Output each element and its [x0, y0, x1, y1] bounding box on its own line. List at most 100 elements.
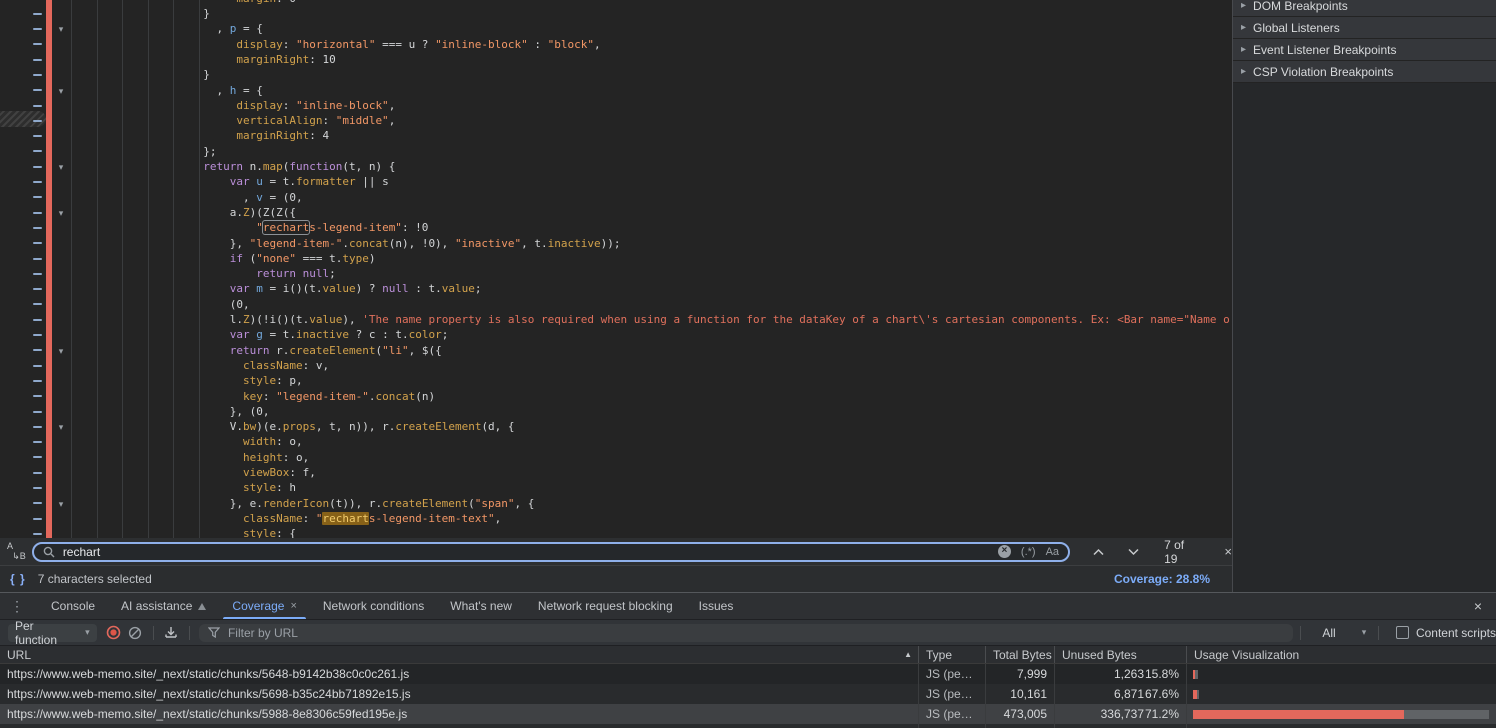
code-token: "none": [256, 252, 296, 265]
code-token: [190, 221, 256, 234]
coverage-percent-link[interactable]: Coverage: 28.8%: [1114, 572, 1210, 586]
source-editor[interactable]: ▾▾▾▾▾▾▾ margin: 0 } , p = { display: "ho…: [0, 0, 1232, 538]
pretty-print-button[interactable]: { }: [10, 572, 26, 586]
tab-network-conditions[interactable]: Network conditions: [310, 593, 437, 619]
column-header-usage-visualization[interactable]: Usage Visualization: [1186, 646, 1496, 663]
column-header-total-bytes[interactable]: Total Bytes: [985, 646, 1054, 663]
column-header-type[interactable]: Type: [918, 646, 985, 663]
code-token: createElement: [382, 497, 468, 510]
start-coverage-button[interactable]: [103, 623, 124, 643]
code-line[interactable]: style: p,: [190, 373, 303, 388]
search-input[interactable]: rechart × (.*) Aa: [32, 542, 1070, 562]
code-line[interactable]: key: "legend-item-".concat(n): [190, 389, 435, 404]
type-filter-select[interactable]: All ▾: [1322, 626, 1366, 640]
code-line[interactable]: , v = (0,: [190, 190, 303, 205]
url-filter-input[interactable]: Filter by URL: [199, 624, 1293, 642]
coverage-mode-select[interactable]: Per function ▾: [8, 624, 97, 642]
close-search-icon[interactable]: ×: [1224, 544, 1232, 559]
code-line[interactable]: display: "horizontal" === u ? "inline-bl…: [190, 37, 601, 52]
code-line[interactable]: }: [190, 6, 210, 21]
code-line[interactable]: return r.createElement("li", $({: [190, 343, 442, 358]
code-token: Z: [243, 313, 250, 326]
code-line[interactable]: return n.map(function(t, n) {: [190, 159, 395, 174]
table-row[interactable]: [0, 724, 1496, 728]
code-token: if: [230, 252, 243, 265]
used-bytes-bar: [1404, 710, 1489, 719]
code-line[interactable]: var m = i()(t.value) ? null : t.value;: [190, 281, 481, 296]
column-header-url[interactable]: URL ▲: [0, 646, 918, 663]
drawer-panel: ⋮ ConsoleAI assistance Coverage × Network c…: [0, 592, 1496, 728]
chevron-up-icon: [1092, 548, 1105, 556]
column-header-unused-bytes[interactable]: Unused Bytes: [1054, 646, 1186, 663]
sidebar-section-dom-breakpoints[interactable]: ▸DOM Breakpoints: [1233, 0, 1496, 17]
table-row[interactable]: https://www.web-memo.site/_next/static/c…: [0, 684, 1496, 704]
code-token: width: [243, 435, 276, 448]
cell-total-bytes: 7,999: [985, 664, 1054, 684]
sidebar-section-global-listeners[interactable]: ▸Global Listeners: [1233, 17, 1496, 39]
code-line[interactable]: var g = t.inactive ? c : t.color;: [190, 327, 448, 342]
code-line[interactable]: className: "recharts-legend-item-text",: [190, 511, 501, 526]
tab-label: Network conditions: [323, 599, 424, 613]
code-line[interactable]: style: h: [190, 480, 296, 495]
previous-match-button[interactable]: [1092, 548, 1105, 556]
code-line[interactable]: }, (0,: [190, 404, 269, 419]
code-token: ,: [190, 22, 230, 35]
match-case-toggle[interactable]: Aa: [1046, 546, 1059, 558]
table-row[interactable]: https://www.web-memo.site/_next/static/c…: [0, 664, 1496, 684]
code-line[interactable]: V.bw)(e.props, t, n)), r.createElement(d…: [190, 419, 515, 434]
code-line[interactable]: }, e.renderIcon(t)), r.createElement("sp…: [190, 496, 534, 511]
tab-label: Coverage: [232, 599, 284, 613]
replace-toggle-icon[interactable]: A ↳B: [6, 543, 26, 561]
code-line[interactable]: return null;: [190, 266, 336, 281]
code-token: : o,: [283, 451, 310, 464]
export-coverage-button[interactable]: [161, 623, 182, 643]
code-token: [190, 359, 243, 372]
close-drawer-icon[interactable]: ×: [1474, 598, 1482, 614]
clear-search-icon[interactable]: ×: [998, 545, 1011, 558]
code-line[interactable]: className: v,: [190, 358, 329, 373]
code-token: : o,: [276, 435, 303, 448]
code-token: [296, 267, 303, 280]
code-line[interactable]: }: [190, 67, 210, 82]
code-line[interactable]: width: o,: [190, 434, 303, 449]
code-line[interactable]: marginRight: 4: [190, 128, 329, 143]
code-line[interactable]: }, "legend-item-".concat(n), !0), "inact…: [190, 236, 621, 251]
code-line[interactable]: , h = {: [190, 83, 263, 98]
code-token: ) ?: [356, 282, 383, 295]
cell-total-bytes: [985, 724, 1054, 728]
code-line[interactable]: height: o,: [190, 450, 309, 465]
more-tabs-icon[interactable]: ⋮: [10, 598, 24, 615]
code-line[interactable]: var u = t.formatter || s: [190, 174, 389, 189]
code-token: [190, 282, 230, 295]
code-line[interactable]: display: "inline-block",: [190, 98, 395, 113]
code-line[interactable]: , p = {: [190, 21, 263, 36]
code-line[interactable]: verticalAlign: "middle",: [190, 113, 395, 128]
tab-close-icon[interactable]: ×: [290, 600, 296, 612]
tab-coverage[interactable]: Coverage ×: [219, 593, 309, 619]
sidebar-section-event-listener-breakpoints[interactable]: ▸Event Listener Breakpoints: [1233, 39, 1496, 61]
next-match-button[interactable]: [1127, 548, 1140, 556]
code-token: formatter: [296, 175, 356, 188]
tab-ai-assistance[interactable]: AI assistance: [108, 593, 219, 619]
code-line[interactable]: "recharts-legend-item": !0: [190, 220, 428, 235]
search-query-text[interactable]: rechart: [63, 545, 988, 559]
chevron-right-icon: ▸: [1241, 0, 1246, 11]
code-line[interactable]: (0,: [190, 297, 250, 312]
tab-what-s-new[interactable]: What's new: [437, 593, 525, 619]
code-line[interactable]: a.Z)(Z(Z({: [190, 205, 296, 220]
regex-toggle[interactable]: (.*): [1021, 546, 1036, 558]
code-line[interactable]: };: [190, 144, 217, 159]
clear-coverage-button[interactable]: [124, 623, 145, 643]
code-line[interactable]: if ("none" === t.type): [190, 251, 375, 266]
code-token: V.: [190, 420, 243, 433]
table-row[interactable]: https://www.web-memo.site/_next/static/c…: [0, 704, 1496, 724]
tab-console[interactable]: Console: [38, 593, 108, 619]
sidebar-section-csp-violation-breakpoints[interactable]: ▸CSP Violation Breakpoints: [1233, 61, 1496, 83]
code-line[interactable]: viewBox: f,: [190, 465, 316, 480]
code-line[interactable]: marginRight: 10: [190, 52, 336, 67]
content-scripts-checkbox[interactable]: [1396, 626, 1409, 639]
code-line[interactable]: l.Z)(!i()(t.value), 'The name property i…: [190, 312, 1230, 327]
tab-network-request-blocking[interactable]: Network request blocking: [525, 593, 686, 619]
code-line[interactable]: style: {: [190, 526, 296, 538]
tab-issues[interactable]: Issues: [686, 593, 747, 619]
